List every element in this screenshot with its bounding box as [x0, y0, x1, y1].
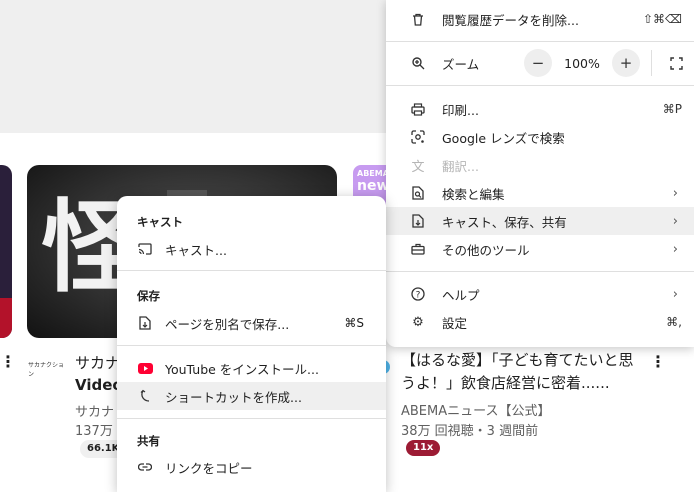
- view-count: 38万 回視聴・3 週間前: [401, 424, 539, 439]
- submenu-item-copy-link[interactable]: リンクをコピー: [117, 453, 386, 481]
- translate-icon: 文: [411, 159, 425, 175]
- save-page-icon: [137, 315, 153, 331]
- divider: [386, 271, 694, 272]
- cast-save-share-submenu: キャスト キャスト... 保存 ページを別名で保存... ⌘S YouTube …: [117, 196, 386, 492]
- divider: [117, 345, 386, 346]
- shortcut-label: ⌘P: [662, 102, 682, 116]
- section-header-cast: キャスト: [137, 215, 183, 229]
- divider: [651, 50, 652, 76]
- divider: [117, 270, 386, 271]
- section-header-save: 保存: [137, 289, 160, 303]
- cast-icon: [137, 241, 153, 257]
- video-title[interactable]: 【はるな愛】「子ども育てたいと思うよ！」飲食店経営に密着......: [401, 349, 641, 395]
- divider: [386, 41, 694, 42]
- toolbox-icon: [410, 241, 426, 257]
- zoom-level: 100%: [564, 55, 600, 71]
- channel-logo[interactable]: サカナクション: [28, 360, 64, 378]
- status-badge: 11x: [406, 440, 441, 456]
- browser-menu: 閲覧履歴データを削除... ⇧⌘⌫ ズーム − 100% + 印刷... ⌘P …: [386, 0, 694, 347]
- channel-name[interactable]: サカナ: [75, 401, 114, 420]
- link-icon: [137, 459, 153, 475]
- more-options-icon[interactable]: ⋮: [0, 352, 16, 371]
- fullscreen-icon: [669, 56, 683, 70]
- printer-icon: [410, 101, 426, 117]
- gear-icon: ⚙: [412, 314, 424, 330]
- divider: [117, 418, 386, 419]
- view-count: 137万: [75, 424, 113, 439]
- svg-text:?: ?: [416, 291, 421, 301]
- menu-item-google-lens[interactable]: Google レンズで検索: [386, 123, 694, 151]
- help-icon: ?: [410, 286, 426, 302]
- menu-item-settings[interactable]: ⚙ 設定 ⌘,: [386, 308, 694, 336]
- menu-item-clear-history[interactable]: 閲覧履歴データを削除... ⇧⌘⌫: [386, 5, 694, 33]
- chevron-right-icon: ›: [672, 213, 678, 229]
- section-header-share: 共有: [137, 434, 160, 448]
- menu-item-cast-save-share[interactable]: キャスト、保存、共有 ›: [386, 207, 694, 235]
- divider: [386, 85, 694, 86]
- zoom-out-button[interactable]: −: [524, 49, 552, 77]
- zoom-control: − 100% +: [524, 49, 640, 77]
- menu-item-more-tools[interactable]: その他のツール ›: [386, 235, 694, 263]
- shortcut-label: ⇧⌘⌫: [642, 12, 682, 26]
- submenu-item-create-shortcut[interactable]: ショートカットを作成...: [117, 382, 386, 410]
- chevron-right-icon: ›: [672, 241, 678, 257]
- submenu-item-install-youtube[interactable]: YouTube をインストール...: [117, 354, 386, 382]
- channel-name[interactable]: ABEMAニュース【公式】: [401, 400, 551, 419]
- zoom-icon: [410, 55, 426, 71]
- menu-item-find-edit[interactable]: 検索と編集 ›: [386, 179, 694, 207]
- youtube-icon: [137, 360, 153, 376]
- shortcut-label: ⌘S: [344, 316, 364, 330]
- more-options-icon[interactable]: ⋮: [650, 352, 666, 371]
- shortcut-arrow-icon: [137, 388, 153, 404]
- submenu-item-save-page[interactable]: ページを別名で保存... ⌘S: [117, 309, 386, 337]
- submenu-item-cast[interactable]: キャスト...: [117, 235, 386, 263]
- save-page-icon: [410, 213, 426, 229]
- menu-item-translate[interactable]: 文 翻訳...: [386, 151, 694, 179]
- chevron-right-icon: ›: [672, 185, 678, 201]
- find-page-icon: [410, 185, 426, 201]
- video-thumbnail-partial[interactable]: [0, 165, 12, 338]
- fullscreen-button[interactable]: [662, 49, 690, 77]
- zoom-in-button[interactable]: +: [612, 49, 640, 77]
- menu-item-print[interactable]: 印刷... ⌘P: [386, 95, 694, 123]
- video-title[interactable]: サカナ Video: [75, 352, 123, 396]
- shortcut-label: ⌘,: [666, 315, 682, 329]
- lens-icon: [410, 129, 426, 145]
- chevron-right-icon: ›: [672, 286, 678, 302]
- menu-item-help[interactable]: ? ヘルプ ›: [386, 280, 694, 308]
- trash-icon: [410, 11, 426, 27]
